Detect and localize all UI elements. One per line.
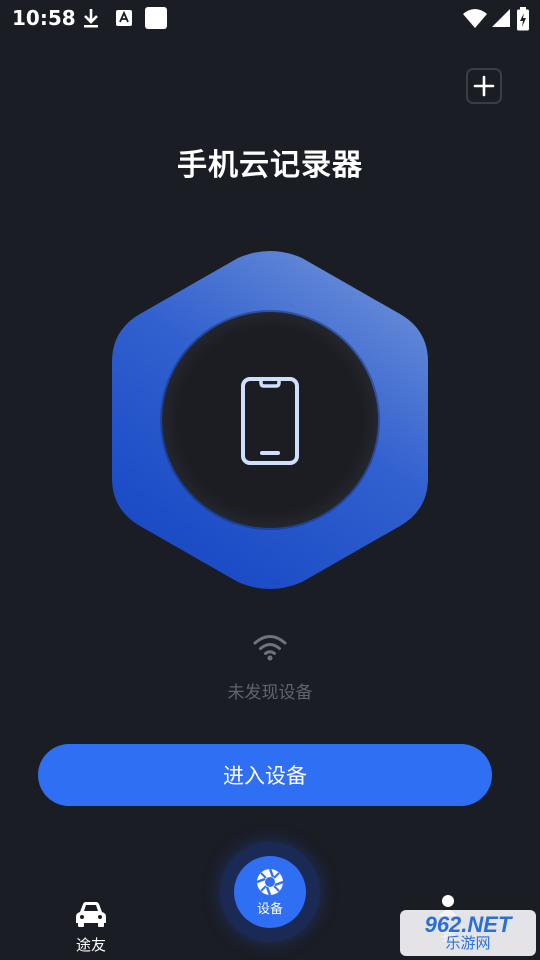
tab-friends[interactable]: 途友 <box>68 900 114 955</box>
status-bar: 10:58 <box>0 0 540 36</box>
tab-friends-label: 途友 <box>75 936 106 954</box>
square-icon <box>145 7 167 29</box>
car-icon <box>76 902 106 927</box>
watermark-bottom-text: 乐游网 <box>445 935 491 952</box>
download-icon <box>84 9 98 28</box>
wifi-icon <box>253 635 287 661</box>
plus-icon <box>473 75 495 97</box>
watermark-logo: 962.NET 乐游网 <box>400 910 536 956</box>
signal-icon <box>492 9 510 27</box>
watermark-top-text: 962.NET <box>424 912 512 937</box>
enter-device-button[interactable]: 进入设备 <box>38 744 492 806</box>
battery-charging-icon <box>517 7 529 31</box>
page-title: 手机云记录器 <box>177 148 363 183</box>
camera-shutter-icon <box>256 868 284 896</box>
keyboard-icon <box>116 10 132 26</box>
device-status-text: 未发现设备 <box>227 683 313 703</box>
status-time: 10:58 <box>12 6 76 30</box>
tab-devices-ring: 设备 <box>220 842 320 942</box>
add-device-button[interactable] <box>466 68 502 104</box>
tab-devices-label: 设备 <box>256 902 283 917</box>
smartphone-icon <box>241 377 299 465</box>
wifi-icon <box>463 9 487 28</box>
tab-devices[interactable]: 设备 <box>234 856 306 928</box>
device-hexagon-panel <box>110 250 430 590</box>
